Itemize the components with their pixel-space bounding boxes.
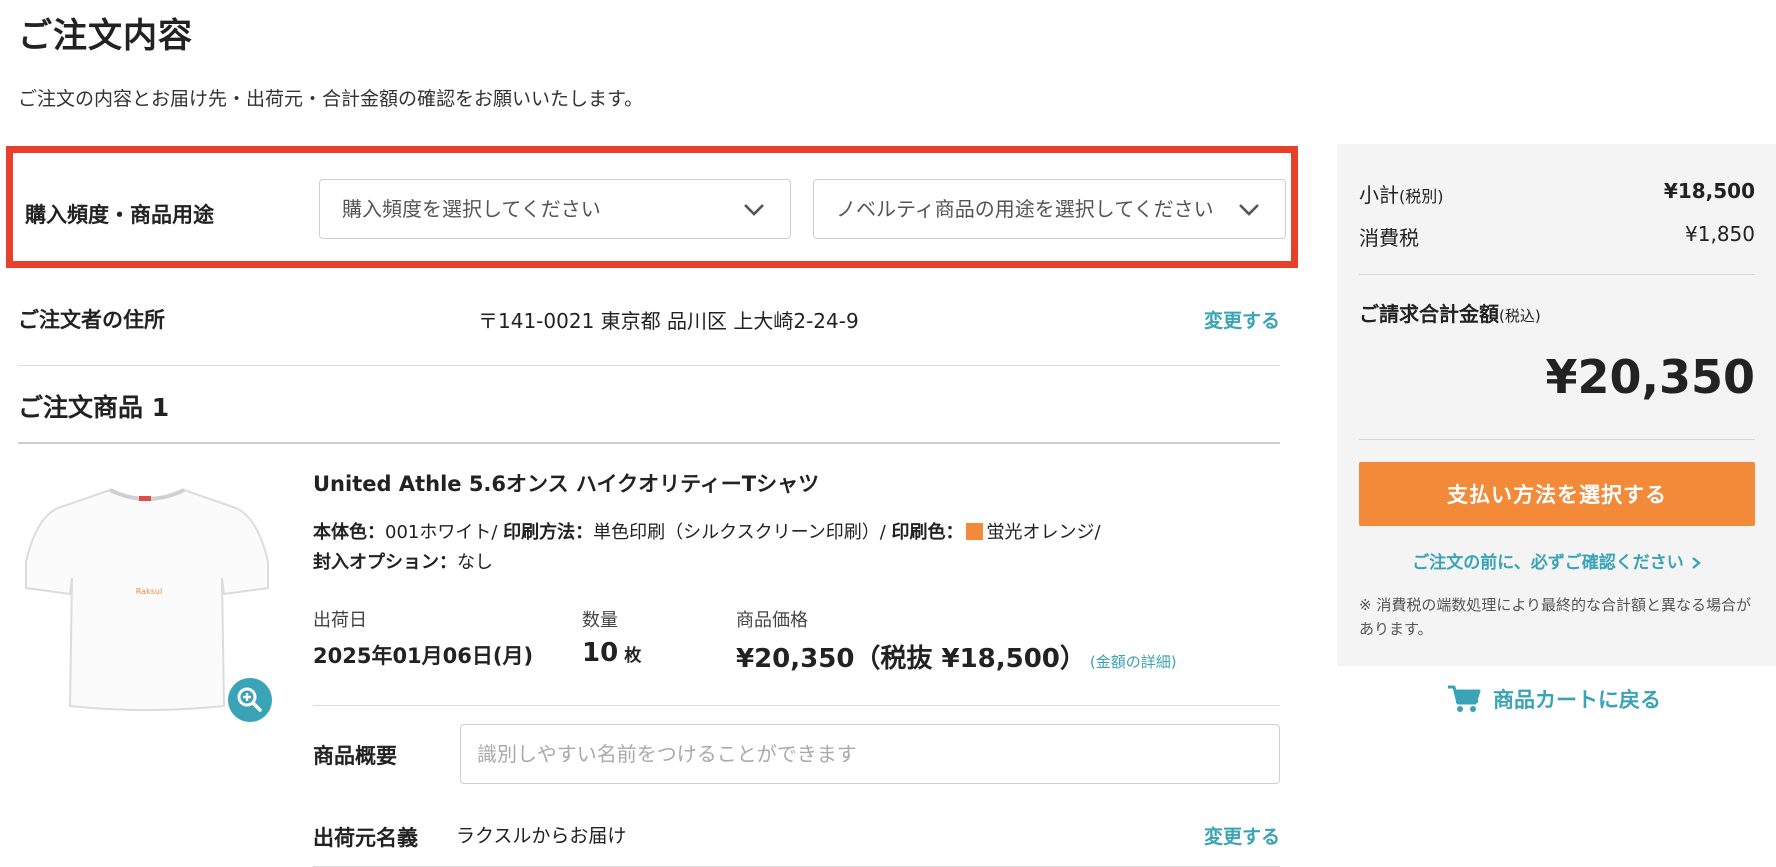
page-title: ご注文内容	[18, 16, 193, 56]
spec-enclosure-label: 封入オプション：	[313, 552, 457, 573]
ship-date-label: 出荷日	[313, 610, 367, 631]
chevron-right-icon	[1691, 557, 1701, 569]
product-spec-line: 本体色：001ホワイト/ 印刷方法：単色印刷（シルクスクリーン印刷）/ 印刷色：…	[313, 518, 1101, 544]
frequency-select[interactable]: 購入頻度を選択してください	[319, 179, 791, 239]
select-payment-button[interactable]: 支払い方法を選択する	[1359, 462, 1755, 526]
tax-row: 消費税 ¥1,850	[1359, 222, 1755, 251]
summary-label: 商品概要	[313, 744, 397, 768]
spec-print-method-value: 単色印刷（シルクスクリーン印刷）/	[593, 522, 886, 543]
confirm-before-order-link[interactable]: ご注文の前に、必ずご確認ください	[1337, 548, 1776, 573]
divider	[313, 705, 1280, 706]
quantity-value: 10 枚	[582, 638, 641, 668]
price-detail-link[interactable]: (金額の詳細)	[1090, 653, 1177, 671]
spec-print-color-label: 印刷色：	[891, 522, 964, 543]
purpose-select-value: ノベルティ商品の用途を選択してください	[836, 197, 1214, 221]
divider	[1359, 274, 1755, 275]
subtotal-row: 小計(税別) ¥18,500	[1359, 179, 1755, 208]
spec-print-method-label: 印刷方法：	[503, 522, 594, 543]
total-value: ¥20,350	[1545, 350, 1755, 404]
quantity-unit: 枚	[624, 646, 642, 666]
cart-icon	[1448, 685, 1481, 712]
zoom-in-icon	[237, 687, 262, 712]
tax-value: ¥1,850	[1685, 222, 1755, 246]
usage-highlight-box: 購入頻度・商品用途 購入頻度を選択してください ノベルティ商品の用途を選択してく…	[6, 146, 1298, 268]
confirm-link-text: ご注文の前に、必ずご確認ください	[1412, 553, 1684, 573]
product-heading: ご注文商品 1	[18, 388, 1280, 444]
price-value: ¥20,350（税抜 ¥18,500） (金額の詳細)	[736, 638, 1177, 675]
total-label: ご請求合計金額	[1359, 302, 1499, 326]
sender-value: ラクスルからお届け	[456, 825, 627, 847]
sender-change-link[interactable]: 変更する	[1204, 822, 1280, 849]
purpose-select[interactable]: ノベルティ商品の用途を選択してください	[813, 179, 1286, 239]
chevron-down-icon	[1239, 204, 1259, 216]
tax-label: 消費税	[1359, 226, 1419, 250]
spec-print-color-value: 蛍光オレンジ/	[986, 522, 1101, 543]
usage-label: 購入頻度・商品用途	[25, 203, 214, 227]
quantity-number: 10	[582, 638, 619, 668]
page-description: ご注文の内容とお届け先・出荷元・合計金額の確認をお願いいたします。	[18, 88, 644, 110]
sender-label: 出荷元名義	[313, 826, 418, 850]
subtotal-label: 小計	[1359, 183, 1399, 207]
ship-date-value: 2025年01月06日(月)	[313, 644, 534, 668]
subtotal-value: ¥18,500	[1663, 179, 1755, 203]
print-color-swatch	[965, 523, 983, 540]
address-value: 〒141-0021 東京都 品川区 上大崎2-24-9	[478, 309, 859, 333]
subtotal-note: (税別)	[1399, 187, 1444, 206]
address-change-link[interactable]: 変更する	[1204, 306, 1280, 333]
total-label-row: ご請求合計金額(税込)	[1359, 298, 1755, 327]
product-name: United Athle 5.6オンス ハイクオリティーTシャツ	[313, 472, 820, 496]
order-summary-panel: 小計(税別) ¥18,500 消費税 ¥1,850 ご請求合計金額(税込) ¥2…	[1337, 144, 1776, 666]
back-to-cart-link[interactable]: 商品カートに戻る	[1447, 684, 1661, 714]
price-label: 商品価格	[736, 610, 808, 631]
product-spec-line: 封入オプション：なし	[313, 548, 493, 574]
address-row: ご注文者の住所 〒141-0021 東京都 品川区 上大崎2-24-9 変更する	[18, 270, 1280, 366]
chevron-down-icon	[744, 204, 764, 216]
summary-input[interactable]	[460, 724, 1280, 784]
frequency-select-value: 購入頻度を選択してください	[342, 197, 601, 221]
quantity-label: 数量	[582, 610, 618, 631]
address-label: ご注文者の住所	[18, 308, 165, 332]
price-amount: ¥20,350（税抜 ¥18,500）	[736, 644, 1086, 674]
total-note: (税込)	[1499, 307, 1541, 325]
divider	[1359, 439, 1755, 440]
back-to-cart-text: 商品カートに戻る	[1493, 688, 1661, 712]
tax-rounding-note: ※ 消費税の端数処理により最終的な合計額と異なる場合があります。	[1359, 596, 1752, 638]
spec-enclosure-value: なし	[457, 552, 493, 573]
zoom-button[interactable]	[228, 678, 272, 722]
tshirt-print-text: Raksul	[136, 587, 162, 596]
spec-body-color-label: 本体色：	[313, 522, 385, 543]
spec-body-color-value: 001ホワイト/	[385, 522, 498, 543]
